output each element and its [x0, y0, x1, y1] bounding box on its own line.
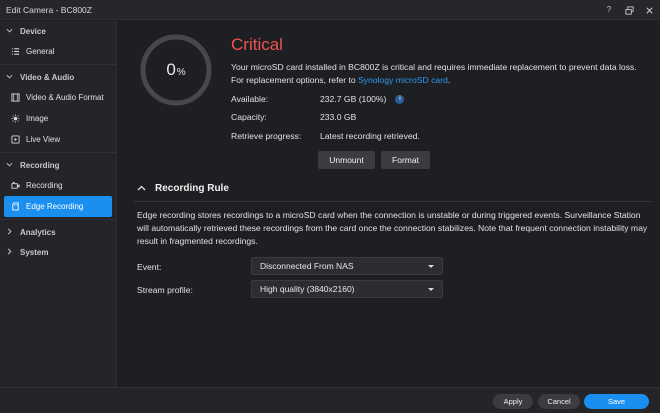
format-button[interactable]: Format [381, 151, 430, 169]
unmount-button[interactable]: Unmount [318, 151, 375, 169]
sidebar-item-image[interactable]: Image [0, 108, 116, 129]
divider [0, 219, 116, 220]
capacity-value: 233.0 GB [320, 112, 357, 122]
recording-rule-description: Edge recording stores recordings to a mi… [137, 210, 648, 246]
retrieve-progress-value: Latest recording retrieved. [320, 131, 420, 141]
dropdown-caret-icon [428, 265, 434, 268]
sun-icon [11, 114, 20, 123]
status-title: Critical [231, 35, 283, 54]
recording-rule-title: Recording Rule [155, 183, 229, 194]
synology-microsd-link[interactable]: Synology microSD card [358, 75, 448, 85]
storage-usage-gauge: 0% [139, 33, 213, 107]
chevron-down-icon [6, 161, 14, 169]
main-content: 0% Critical Your microSD card installed … [118, 21, 660, 387]
sidebar-item-live-view[interactable]: Live View [0, 129, 116, 150]
divider [134, 201, 652, 202]
save-button[interactable]: Save [584, 394, 649, 409]
sidebar-section-label: Video & Audio [20, 72, 75, 82]
usage-value: 0 [166, 60, 176, 79]
capacity-row: Capacity: 233.0 GB [231, 112, 356, 122]
available-label: Available: [231, 94, 269, 104]
dropdown-caret-icon [428, 288, 434, 291]
sdcard-icon [11, 202, 20, 211]
sidebar-item-label: Edge Recording [26, 202, 84, 211]
sidebar-item-general[interactable]: General [0, 41, 116, 62]
restore-window-icon[interactable] [624, 5, 634, 15]
sidebar-item-label: General [26, 47, 55, 56]
sidebar-section-analytics[interactable]: Analytics [0, 222, 116, 242]
camera-icon [11, 181, 20, 190]
divider [0, 152, 116, 153]
retrieve-progress-row: Retrieve progress: Latest recording retr… [231, 131, 420, 141]
sidebar-section-system[interactable]: System [0, 242, 116, 262]
sidebar-section-label: System [20, 247, 49, 257]
window-controls: ? [604, 0, 654, 20]
sidebar-item-label: Image [26, 114, 49, 123]
chevron-right-icon [6, 248, 14, 256]
event-select[interactable]: Disconnected From NAS [251, 257, 443, 275]
status-description-end: . [447, 75, 451, 85]
close-icon[interactable] [644, 5, 654, 15]
sidebar-section-label: Device [20, 26, 46, 36]
sidebar-item-recording[interactable]: Recording [0, 175, 116, 196]
sidebar-item-video-audio-format[interactable]: Video & Audio Format [0, 87, 116, 108]
event-label: Event: [137, 262, 162, 272]
sidebar-section-label: Analytics [20, 227, 56, 237]
sidebar-section-device[interactable]: Device [0, 21, 116, 41]
sidebar-section-video-audio[interactable]: Video & Audio [0, 67, 116, 87]
sidebar-item-label: Video & Audio Format [26, 93, 104, 102]
apply-button[interactable]: Apply [493, 394, 533, 409]
stream-profile-select[interactable]: High quality (3840x2160) [251, 280, 443, 298]
play-icon [11, 135, 20, 144]
sidebar-section-label: Recording [20, 160, 60, 170]
recording-rule-header[interactable]: Recording Rule [137, 183, 229, 194]
list-icon [11, 47, 20, 56]
sidebar-item-label: Recording [26, 181, 63, 190]
usage-unit: % [176, 66, 186, 78]
stream-profile-value: High quality (3840x2160) [260, 284, 355, 294]
sidebar-section-recording[interactable]: Recording [0, 155, 116, 175]
available-value: 232.7 GB (100%) [320, 94, 387, 104]
stream-profile-label: Stream profile: [137, 285, 193, 295]
chevron-right-icon [6, 228, 14, 236]
help-icon[interactable]: ? [604, 5, 614, 15]
window-title: Edit Camera - BC800Z [6, 4, 92, 15]
event-select-value: Disconnected From NAS [260, 261, 354, 271]
status-description: Your microSD card installed in BC800Z is… [231, 61, 651, 87]
film-icon [11, 93, 20, 102]
usage-readout: 0% [139, 33, 213, 107]
sidebar-item-label: Live View [26, 135, 61, 144]
chevron-down-icon [6, 73, 14, 81]
divider [0, 64, 116, 65]
cancel-button[interactable]: Cancel [538, 394, 580, 409]
sidebar: Device General Video & Audio Video & Aud… [0, 21, 117, 387]
chevron-down-icon [6, 27, 14, 35]
footer-bar: Apply Cancel Save [0, 387, 660, 413]
info-icon[interactable]: i [395, 94, 405, 104]
retrieve-progress-label: Retrieve progress: [231, 131, 302, 141]
available-row: Available: 232.7 GB (100%) i [231, 94, 405, 104]
capacity-label: Capacity: [231, 112, 267, 122]
chevron-up-icon [137, 184, 146, 193]
title-bar: Edit Camera - BC800Z ? [0, 0, 660, 20]
sidebar-item-edge-recording[interactable]: Edge Recording [4, 196, 112, 217]
